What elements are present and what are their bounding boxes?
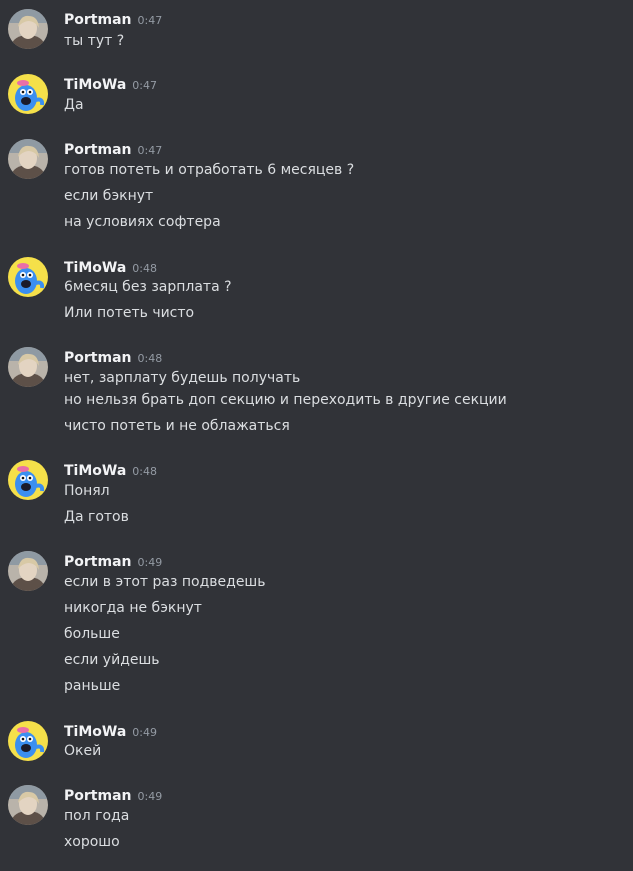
timestamp: 0:49	[137, 790, 163, 803]
username[interactable]: Portman	[64, 142, 131, 158]
message-text: пол года	[64, 808, 130, 824]
username[interactable]: TiMoWa	[64, 724, 126, 740]
message-header: TiMoWa 0:48	[64, 257, 157, 277]
message-text: готов потеть и отработать 6 месяцев ?	[64, 162, 355, 178]
message-header: Portman 0:49	[64, 785, 162, 805]
portman-avatar[interactable]	[8, 9, 48, 49]
message-text: чисто потеть и не облажаться	[64, 418, 290, 434]
timowa-avatar[interactable]	[8, 257, 48, 297]
message-text: на условиях софтера	[64, 214, 221, 230]
timowa-avatar[interactable]	[8, 74, 48, 114]
message-text: раньше	[64, 678, 121, 694]
message-header: TiMoWa 0:47	[64, 74, 157, 94]
portman-avatar[interactable]	[8, 139, 48, 179]
timestamp: 0:49	[137, 556, 163, 569]
timestamp: 0:49	[132, 726, 157, 739]
message-text: хорошо	[64, 834, 120, 850]
message-text: Понял	[64, 483, 110, 499]
message-text: если бэкнут	[64, 188, 154, 204]
message-text: Да	[64, 97, 84, 113]
username[interactable]: Portman	[64, 788, 131, 804]
username[interactable]: TiMoWa	[64, 260, 126, 276]
message-text: 6месяц без зарплата ?	[64, 279, 232, 295]
timestamp: 0:47	[137, 144, 163, 157]
message-text: нет, зарплату будешь получать	[64, 370, 301, 386]
message-header: Portman 0:47	[64, 139, 162, 159]
message-text: никогда не бэкнут	[64, 600, 202, 616]
timestamp: 0:48	[132, 465, 157, 478]
timowa-avatar[interactable]	[8, 721, 48, 761]
username[interactable]: Portman	[64, 350, 131, 366]
timestamp: 0:48	[132, 262, 157, 275]
username[interactable]: Portman	[64, 12, 131, 28]
message-text: больше	[64, 626, 120, 642]
message-header: Portman 0:49	[64, 551, 162, 571]
message-text: если уйдешь	[64, 652, 160, 668]
message-text: Да готов	[64, 509, 129, 525]
timestamp: 0:47	[137, 14, 163, 27]
message-text: Окей	[64, 743, 102, 759]
message-header: TiMoWa 0:49	[64, 721, 157, 741]
timowa-avatar[interactable]	[8, 460, 48, 500]
message-text: если в этот раз подведешь	[64, 574, 266, 590]
timestamp: 0:48	[137, 352, 163, 365]
message-text: ты тут ?	[64, 33, 125, 49]
message-header: TiMoWa 0:48	[64, 460, 157, 480]
message-list: Portman 0:47 ты тут ? TiMoWa 0:47 Да Por…	[0, 0, 633, 871]
message-header: Portman 0:48	[64, 347, 162, 367]
username[interactable]: TiMoWa	[64, 463, 126, 479]
username[interactable]: Portman	[64, 554, 131, 570]
message-text: но нельзя брать доп секцию и переходить …	[64, 392, 507, 408]
portman-avatar[interactable]	[8, 785, 48, 825]
timestamp: 0:47	[132, 79, 157, 92]
portman-avatar[interactable]	[8, 551, 48, 591]
username[interactable]: TiMoWa	[64, 77, 126, 93]
message-header: Portman 0:47	[64, 9, 162, 29]
portman-avatar[interactable]	[8, 347, 48, 387]
message-text: Или потеть чисто	[64, 305, 195, 321]
